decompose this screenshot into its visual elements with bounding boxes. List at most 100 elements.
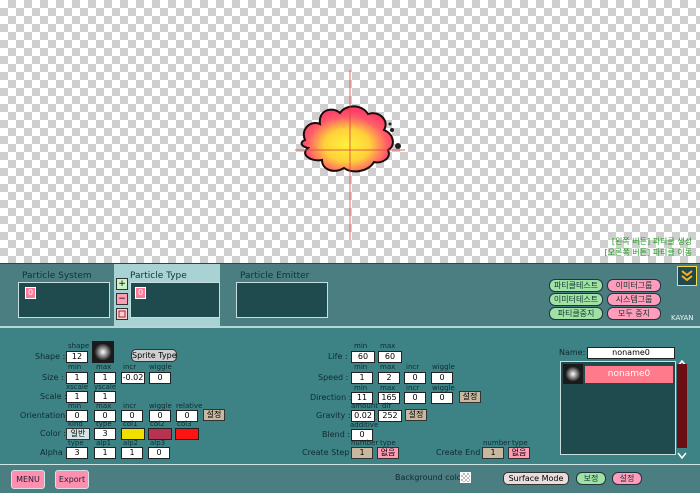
emitter-test-button[interactable]: 이미터테스트 <box>549 293 603 306</box>
orientation-head-min: min <box>68 402 82 410</box>
speed-incr-input[interactable]: 0 <box>404 372 426 384</box>
particle-type-title: Particle Type <box>130 271 187 281</box>
gravity-head-amount: amount <box>351 402 379 410</box>
hint-line-2: [오른쪽 버튼] 파티클 이동 <box>604 248 692 257</box>
scale-label: Scale : <box>40 392 67 401</box>
create-end-number-input[interactable]: 1 <box>482 447 504 459</box>
direction-incr-input[interactable]: 0 <box>404 392 426 404</box>
create-step-number-input[interactable]: 1 <box>351 447 373 459</box>
speed-head-min: min <box>354 363 368 371</box>
life-head-min: min <box>354 342 368 350</box>
particle-effect-preview <box>295 70 405 240</box>
particle-burst <box>300 105 394 173</box>
create-end-type-select[interactable]: 없음 <box>508 447 530 459</box>
particle-type-list[interactable]: 0 <box>130 282 220 318</box>
life-min-input[interactable]: 60 <box>351 351 375 363</box>
preview-canvas[interactable]: [왼쪽 버튼] 파티클 생성 [오른쪽 버튼] 파티클 이동 <box>0 0 700 263</box>
blend-head: additive <box>350 421 379 429</box>
size-head-min: min <box>68 363 82 371</box>
size-wiggle-input[interactable]: 0 <box>149 372 171 384</box>
correct-button[interactable]: 보정 <box>576 472 606 485</box>
direction-set-button[interactable]: 설정 <box>459 391 481 403</box>
particle-test-button[interactable]: 파티클테스트 <box>549 279 603 292</box>
speed-head-incr: incr <box>406 363 420 371</box>
alpha-head-alp2: alp2 <box>123 439 139 447</box>
chevron-down-icon[interactable] <box>676 450 688 460</box>
particle-system-title: Particle System <box>22 271 92 281</box>
type-thumbnail <box>563 364 583 384</box>
direction-wiggle-input[interactable]: 0 <box>431 392 453 404</box>
type-name-list[interactable]: noname0 <box>560 361 676 455</box>
direction-head-max: max <box>380 384 396 392</box>
particle-emitter-list[interactable] <box>236 282 328 318</box>
gravity-label: Gravity : <box>316 411 351 420</box>
list-scrollbar[interactable] <box>676 353 688 461</box>
stop-all-button[interactable]: 모두 중지 <box>607 307 661 320</box>
chevron-double-down-icon <box>681 270 693 282</box>
direction-head-incr: incr <box>406 384 420 392</box>
speed-wiggle-input[interactable]: 0 <box>431 372 453 384</box>
add-type-button[interactable]: + <box>116 278 128 290</box>
create-step-head-number: number <box>351 439 379 447</box>
scrollbar-track[interactable] <box>677 364 687 448</box>
speed-min-input[interactable]: 1 <box>351 372 373 384</box>
shape-head: shape <box>68 342 90 350</box>
speed-label: Speed : <box>318 373 349 382</box>
alpha-3-input[interactable]: 0 <box>148 447 170 459</box>
speed-head-max: max <box>380 363 396 371</box>
create-step-type-select[interactable]: 없음 <box>377 447 399 459</box>
size-head-max: max <box>96 363 112 371</box>
shape-input[interactable]: 12 <box>66 351 88 363</box>
particle-emitter-title: Particle Emitter <box>240 271 310 281</box>
list-item[interactable]: 0 <box>135 287 147 299</box>
create-step-head-type: type <box>380 439 396 447</box>
gravity-set-button[interactable]: 설정 <box>405 409 427 421</box>
surface-mode-button[interactable]: Surface Mode <box>503 472 569 485</box>
scale-head-y: yscale <box>94 383 117 391</box>
sprite-type-button[interactable]: Sprite Type <box>131 349 177 362</box>
orientation-head-relative: relative <box>176 402 203 410</box>
system-group-button[interactable]: 시스템그룹 <box>607 293 661 306</box>
color-label: Color : <box>40 429 67 438</box>
alpha-head-alp3: alp3 <box>150 439 166 447</box>
speed-max-input[interactable]: 2 <box>378 372 400 384</box>
scale-head-x: xscale <box>66 383 89 391</box>
alpha-1-input[interactable]: 1 <box>94 447 116 459</box>
orientation-set-button[interactable]: 설정 <box>203 409 225 421</box>
particle-editor: shape Shape : 12 Sprite Type min max inc… <box>0 326 700 466</box>
emitter-group-button[interactable]: 이미터그룹 <box>607 279 661 292</box>
particle-system-list[interactable]: 0 <box>18 282 110 318</box>
remove-type-button[interactable]: − <box>116 293 128 305</box>
export-button[interactable]: Export <box>55 470 89 489</box>
size-incr-input[interactable]: -0.02 <box>121 372 145 384</box>
particle-stop-button[interactable]: 파티클중지 <box>549 307 603 320</box>
alpha-2-input[interactable]: 1 <box>121 447 143 459</box>
bottom-bar: MENU Export Background color : Surface M… <box>0 464 700 493</box>
create-end-label: Create End : <box>436 448 486 457</box>
color-3-swatch[interactable] <box>175 428 199 440</box>
orientation-head-wiggle: wiggle <box>149 402 172 410</box>
gravity-dir-input[interactable]: 252 <box>378 410 402 422</box>
size-head-wiggle: wiggle <box>149 363 172 371</box>
copy-type-icon[interactable] <box>116 308 128 320</box>
color-head-col1: col1 <box>123 420 138 428</box>
collapse-panel-button[interactable] <box>677 266 697 286</box>
create-end-head-type: type <box>512 439 528 447</box>
hint-line-1: [왼쪽 버튼] 파티클 생성 <box>611 237 692 246</box>
create-end-head-number: number <box>483 439 511 447</box>
sprite-thumbnail <box>92 341 114 363</box>
alpha-type-input[interactable]: 3 <box>66 447 88 459</box>
color-head-kind: kind <box>68 420 83 428</box>
background-color-swatch[interactable] <box>460 472 471 483</box>
size-head-incr: incr <box>123 363 137 371</box>
menu-button[interactable]: MENU <box>11 470 45 489</box>
direction-head-wiggle: wiggle <box>432 384 455 392</box>
gravity-head-dir: dir <box>382 402 392 410</box>
name-input[interactable]: noname0 <box>587 347 675 359</box>
alpha-head-type: type <box>68 439 84 447</box>
list-item[interactable]: noname0 <box>585 366 673 383</box>
settings-button[interactable]: 설정 <box>612 472 642 485</box>
life-max-input[interactable]: 60 <box>378 351 402 363</box>
list-item[interactable]: 0 <box>25 287 37 299</box>
shape-label: Shape : <box>35 352 66 361</box>
